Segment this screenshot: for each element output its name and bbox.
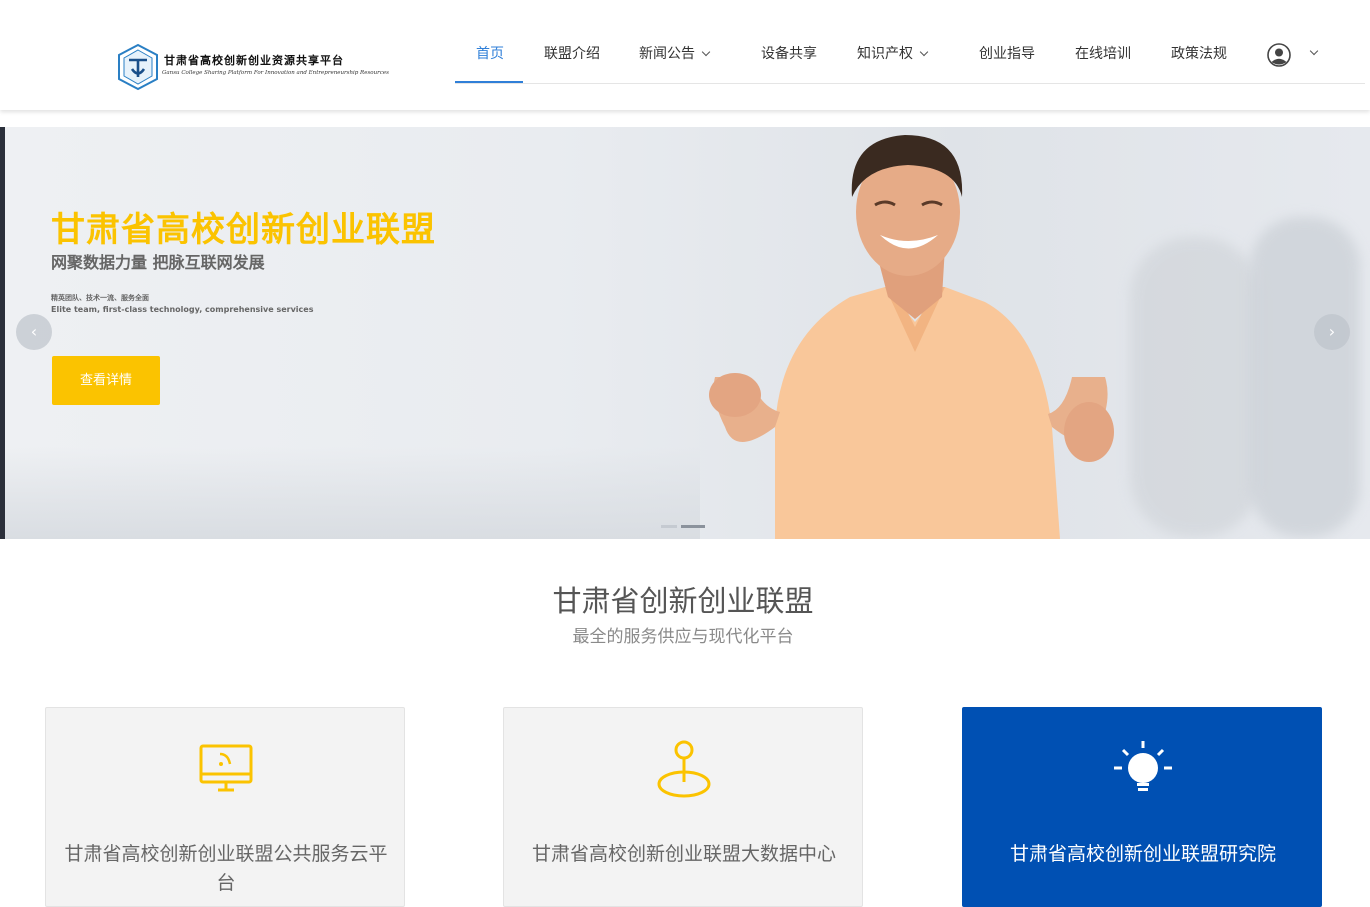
card-label: 甘肃省高校创新创业联盟公共服务云平台 <box>64 843 388 894</box>
logo-subtitle: Gansu College Sharing Platform For Innov… <box>162 70 389 76</box>
hero-tagline-en: Elite team, first-class technology, comp… <box>51 305 314 314</box>
carousel-prev-button[interactable]: ‹ <box>16 314 52 350</box>
hero-background-floor <box>0 447 700 539</box>
logo-emblem-icon <box>118 43 158 91</box>
site-logo[interactable]: 甘肃省高校创新创业资源共享平台 Gansu College Sharing Pl… <box>116 43 389 91</box>
nav-item-alliance-intro[interactable]: 联盟介绍 <box>544 24 600 84</box>
main-nav: 首页 联盟介绍 新闻公告 设备共享 知识产权 创业指导 在线培训 政策法规 <box>455 24 1365 84</box>
nav-item-label: 设备共享 <box>761 46 817 62</box>
section-subtitle: 最全的服务供应与现代化平台 <box>572 627 794 647</box>
view-details-button[interactable]: 查看详情 <box>52 356 160 405</box>
hero-person-image <box>709 135 1114 539</box>
hero-carousel: 甘肃省高校创新创业联盟 网聚数据力量 把脉互联网发展 精英团队、技术一流、服务全… <box>0 127 1370 539</box>
nav-item-label: 在线培训 <box>1075 46 1131 62</box>
nav-item-label: 政策法规 <box>1171 46 1227 62</box>
card-label: 甘肃省高校创新创业联盟大数据中心 <box>531 843 836 865</box>
nav-item-label: 联盟介绍 <box>544 46 600 62</box>
service-card-big-data-center[interactable]: 甘肃省高校创新创业联盟大数据中心 <box>503 707 863 907</box>
map-pin-icon <box>657 740 711 798</box>
carousel-next-button[interactable]: › <box>1314 314 1350 350</box>
lightbulb-icon <box>1114 741 1172 791</box>
chevron-down-icon <box>701 47 711 57</box>
nav-item-startup-guide[interactable]: 创业指导 <box>979 24 1035 84</box>
section-title: 甘肃省创新创业联盟 <box>552 584 814 618</box>
carousel-indicator-1[interactable] <box>661 525 677 528</box>
nav-item-label: 创业指导 <box>979 46 1035 62</box>
nav-item-equipment[interactable]: 设备共享 <box>761 24 817 84</box>
nav-item-label: 首页 <box>476 46 504 62</box>
user-circle-icon[interactable] <box>1267 43 1291 67</box>
service-card-cloud-platform[interactable]: 甘肃省高校创新创业联盟公共服务云平台 <box>45 707 405 907</box>
nav-item-news[interactable]: 新闻公告 <box>639 24 711 84</box>
user-menu-chevron-icon[interactable] <box>1309 46 1319 56</box>
hero-tagline-cn: 精英团队、技术一流、服务全面 <box>51 294 149 302</box>
nav-item-home[interactable]: 首页 <box>476 24 504 84</box>
carousel-indicator-2-active[interactable] <box>681 525 705 528</box>
hero-background-figure <box>1130 237 1260 537</box>
hero-subtitle: 网聚数据力量 把脉互联网发展 <box>51 253 265 272</box>
hero-background-figure <box>1250 217 1360 537</box>
chevron-down-icon <box>919 47 929 57</box>
nav-item-online-training[interactable]: 在线培训 <box>1075 24 1131 84</box>
service-card-research-institute[interactable]: 甘肃省高校创新创业联盟研究院 <box>962 707 1322 907</box>
hero-title: 甘肃省高校创新创业联盟 <box>51 210 436 250</box>
logo-title: 甘肃省高校创新创业资源共享平台 <box>164 54 344 67</box>
nav-item-label: 新闻公告 <box>639 46 695 62</box>
site-header: 甘肃省高校创新创业资源共享平台 Gansu College Sharing Pl… <box>0 0 1370 110</box>
hero-left-edge <box>0 127 5 539</box>
monitor-icon <box>199 744 253 792</box>
nav-item-ip[interactable]: 知识产权 <box>857 24 929 84</box>
nav-active-indicator <box>455 81 523 83</box>
nav-item-policies[interactable]: 政策法规 <box>1171 24 1227 84</box>
nav-item-label: 知识产权 <box>857 46 913 62</box>
card-label: 甘肃省高校创新创业联盟研究院 <box>1009 843 1276 865</box>
